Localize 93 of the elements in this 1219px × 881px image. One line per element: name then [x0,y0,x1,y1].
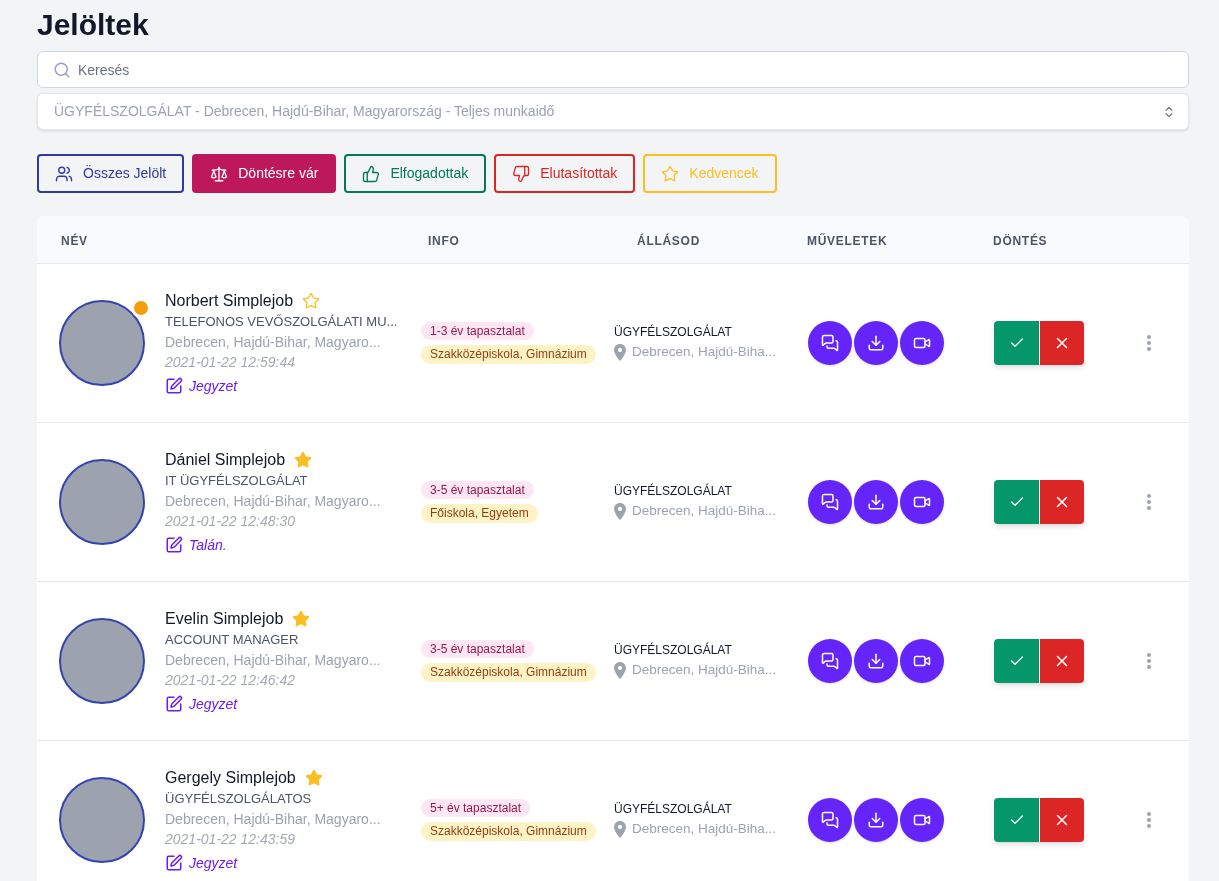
star-icon[interactable] [304,768,323,787]
job-location: Debrecen, Hajdú-Biha... [632,343,777,361]
candidate-position: ACCOUNT MANAGER [165,630,300,649]
map-pin-icon [614,343,626,361]
candidate-name: Norbert Simplejob [165,290,294,311]
candidate-position: TELEFONOS VEVŐSZOLGÁLATI MU... [165,312,398,331]
reject-button[interactable] [1039,639,1084,683]
education-tag: Főiskola, Egyetem [421,504,538,523]
job-title: ÜGYFÉLSZOLGÁLAT [614,801,732,817]
chat-button[interactable] [808,480,852,524]
experience-tag: 1-3 év tapasztalat [421,322,534,340]
thumbs-up-icon [362,164,381,183]
download-icon [867,493,885,511]
download-button[interactable] [854,798,898,842]
note-button[interactable]: Jegyzet [165,375,238,397]
filter-tab[interactable]: Összes Jelölt [37,154,185,193]
job-location: Debrecen, Hajdú-Biha... [632,502,777,520]
map-pin-icon [614,661,626,679]
education-tag: Szakközépiskola, Gimnázium [421,345,596,364]
note-button[interactable]: Jegyzet [165,693,238,715]
job-title: ÜGYFÉLSZOLGÁLAT [614,324,732,340]
edit-icon [165,854,183,872]
map-pin-icon [614,502,626,520]
chat-button[interactable] [808,321,852,365]
chat-bubbles-icon [821,652,839,670]
job-title: ÜGYFÉLSZOLGÁLAT [614,483,732,499]
reject-button[interactable] [1039,480,1084,524]
star-icon[interactable] [292,609,311,628]
applied-date: 2021-01-22 12:46:42 [165,670,296,690]
video-button[interactable] [900,798,944,842]
filter-tab[interactable]: Elutasítottak [494,154,636,193]
filter-tab[interactable]: Döntésre vár [192,154,337,193]
candidate-name: Evelin Simplejob [165,608,284,629]
education-tag: Szakközépiskola, Gimnázium [421,663,596,682]
candidate-position: ÜGYFÉLSZOLGÁLATOS [165,789,313,808]
filter-tab[interactable]: Elfogadottak [344,154,487,193]
experience-tag: 3-5 év tapasztalat [421,481,534,499]
reject-button[interactable] [1039,321,1084,365]
column-header: MŰVELETEK [807,233,888,248]
applied-date: 2021-01-22 12:43:59 [165,829,296,849]
column-header: ÁLLÁSOD [637,233,701,248]
candidate-location: Debrecen, Hajdú-Bihar, Magyaro... [165,650,381,670]
star-icon[interactable] [302,291,321,310]
experience-tag: 5+ év tapasztalat [421,799,531,817]
page-title: Jelöltek [37,7,149,43]
video-button[interactable] [900,321,944,365]
candidate-location: Debrecen, Hajdú-Bihar, Magyaro... [165,332,382,352]
candidate-name: Dániel Simplejob [165,449,286,470]
download-button[interactable] [854,321,898,365]
download-icon [867,334,885,352]
chat-button[interactable] [808,639,852,683]
candidate-position: IT ÜGYFÉLSZOLGÁLAT [165,471,309,490]
more-vertical-icon [1147,812,1151,828]
map-pin-icon [614,820,626,838]
job-title: ÜGYFÉLSZOLGÁLAT [614,642,732,658]
download-icon [867,652,885,670]
candidate-location: Debrecen, Hajdú-Bihar, Magyaro... [165,491,381,511]
edit-icon [165,695,183,713]
chat-bubbles-icon [821,493,839,511]
edit-icon [165,377,183,395]
more-vertical-icon [1147,335,1151,351]
more-vertical-icon [1147,494,1151,510]
edit-icon [165,536,183,554]
star-icon [661,164,680,183]
more-vertical-icon [1147,653,1151,669]
chat-bubbles-icon [821,811,839,829]
people-icon [55,164,73,183]
column-header: DÖNTÉS [993,233,1048,248]
job-location: Debrecen, Hajdú-Biha... [632,820,777,838]
column-header: NÉV [61,233,88,248]
candidate-name: Gergely Simplejob [165,767,296,788]
reject-button[interactable] [1039,798,1084,842]
thumbs-down-icon [512,164,531,183]
note-button[interactable]: Jegyzet [165,852,238,874]
applied-date: 2021-01-22 12:48:30 [165,511,296,531]
education-tag: Szakközépiskola, Gimnázium [421,822,596,841]
chat-bubbles-icon [821,334,839,352]
candidate-location: Debrecen, Hajdú-Bihar, Magyaro... [165,809,381,829]
download-button[interactable] [854,480,898,524]
search-field[interactable]: Keresés [37,51,1189,88]
video-button[interactable] [900,480,944,524]
experience-tag: 3-5 év tapasztalat [421,640,534,658]
download-button[interactable] [854,639,898,683]
applied-date: 2021-01-22 12:59:44 [165,352,296,372]
job-location: Debrecen, Hajdú-Biha... [632,661,777,679]
scale-icon [210,164,229,183]
note-button[interactable]: Talán. [165,534,227,556]
search-icon [53,61,71,79]
chat-button[interactable] [808,798,852,842]
column-header: INFO [428,233,460,248]
star-icon[interactable] [294,450,313,469]
video-button[interactable] [900,639,944,683]
download-icon [867,811,885,829]
